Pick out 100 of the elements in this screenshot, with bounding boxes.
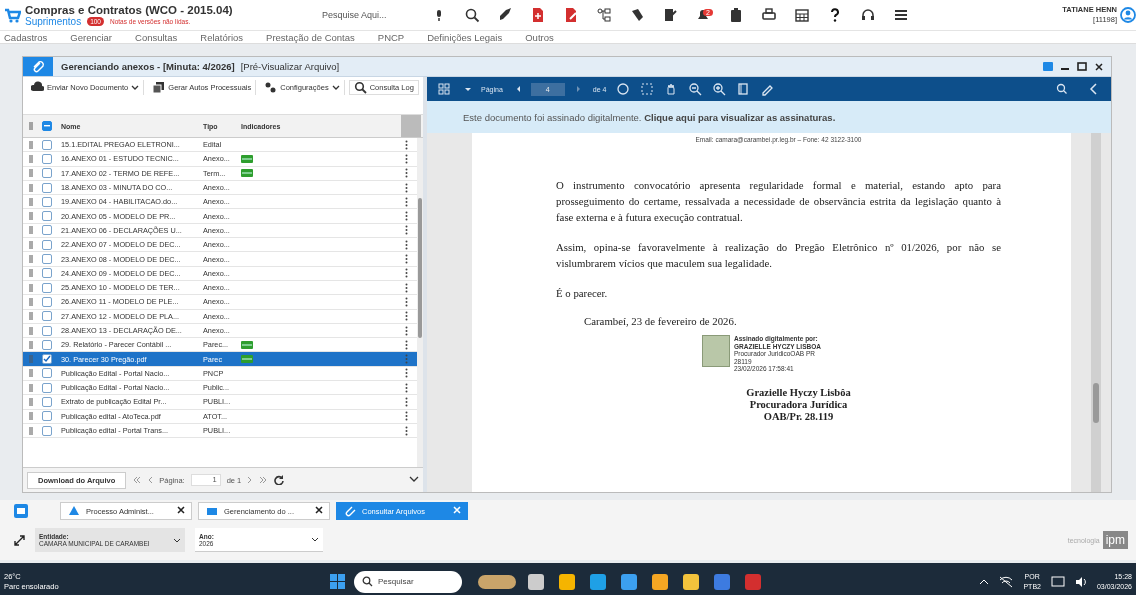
headset-icon[interactable] — [859, 7, 876, 23]
row-checkbox[interactable] — [42, 153, 52, 164]
row-checkbox[interactable] — [42, 296, 52, 307]
first-page-icon[interactable] — [132, 476, 142, 484]
row-checkbox[interactable] — [42, 368, 52, 379]
row-checkbox[interactable] — [42, 425, 52, 436]
drag-handle-icon[interactable] — [29, 312, 33, 321]
row-checkbox[interactable] — [42, 139, 52, 150]
zoom-out-icon[interactable] — [688, 82, 703, 96]
drag-handle-icon[interactable] — [29, 355, 33, 364]
menu-item[interactable]: Prestação de Contas — [266, 31, 355, 43]
menu-item[interactable]: Relatórios — [200, 31, 244, 43]
drag-handle-icon[interactable] — [29, 255, 33, 263]
menu-item[interactable]: Definições Legais — [427, 31, 503, 43]
row-checkbox[interactable] — [42, 354, 52, 365]
drag-handle-icon[interactable] — [29, 326, 33, 335]
search-field[interactable]: Pesquise Aqui... — [322, 10, 422, 20]
more-icon[interactable] — [404, 239, 408, 250]
more-icon[interactable] — [404, 182, 408, 193]
drag-handle-icon[interactable] — [29, 154, 33, 163]
row-checkbox[interactable] — [42, 168, 52, 179]
more-icon[interactable] — [404, 368, 408, 379]
drag-handle-icon[interactable] — [29, 369, 33, 378]
drag-handle-icon[interactable] — [29, 169, 33, 178]
more-icon[interactable] — [404, 268, 408, 279]
more-icon[interactable] — [404, 311, 408, 322]
row-checkbox[interactable] — [42, 311, 52, 322]
more-icon[interactable] — [404, 411, 408, 422]
previous-page-icon[interactable] — [147, 476, 154, 484]
drag-handle-icon[interactable] — [29, 197, 33, 206]
row-checkbox[interactable] — [42, 268, 52, 279]
menu-item[interactable]: Cadastros — [4, 31, 48, 43]
more-icon[interactable] — [404, 139, 408, 150]
row-checkbox[interactable] — [42, 325, 52, 336]
speaker-icon[interactable] — [1074, 575, 1087, 588]
windows-stack-icon[interactable] — [14, 504, 28, 518]
menu-item[interactable]: Consultas — [135, 31, 178, 43]
more-icon[interactable] — [404, 196, 408, 207]
more-icon[interactable] — [404, 168, 408, 179]
drag-handle-icon[interactable] — [29, 140, 33, 149]
row-checkbox[interactable] — [42, 397, 52, 407]
signature-banner[interactable]: Este documento foi assinado digitalmente. Clique aqui para visualizar as assinaturas. — [427, 101, 1111, 133]
more-icon[interactable] — [404, 254, 408, 264]
more-icon[interactable] — [404, 282, 408, 293]
drag-handle-icon[interactable] — [29, 283, 33, 292]
chevron-down-icon[interactable] — [409, 475, 419, 483]
more-icon[interactable] — [404, 296, 408, 307]
taskbar-search-field[interactable]: Pesquisar — [354, 570, 462, 593]
display-icon[interactable] — [1050, 575, 1065, 588]
select-all-checkbox[interactable] — [42, 121, 52, 131]
menu-item[interactable]: Outros — [525, 31, 554, 43]
select-area-icon[interactable] — [640, 82, 655, 96]
drag-handle-icon[interactable] — [29, 426, 33, 435]
zoom-in-icon[interactable] — [712, 82, 727, 96]
maximize-icon[interactable] — [1077, 62, 1087, 71]
drag-handle-icon[interactable] — [29, 269, 33, 278]
last-page-icon[interactable] — [259, 476, 269, 484]
more-icon[interactable] — [404, 153, 408, 164]
row-checkbox[interactable] — [42, 239, 52, 250]
drag-handle-icon[interactable] — [29, 383, 33, 392]
next-page-icon[interactable] — [247, 476, 254, 484]
row-checkbox[interactable] — [42, 211, 52, 222]
printer-icon[interactable] — [760, 7, 777, 23]
row-checkbox[interactable] — [42, 339, 52, 350]
drag-handle-icon[interactable] — [29, 297, 33, 306]
scrollbar[interactable] — [1091, 133, 1101, 492]
more-icon[interactable] — [404, 325, 408, 336]
close-icon[interactable] — [1095, 62, 1103, 71]
drag-handle-icon[interactable] — [29, 226, 33, 235]
row-checkbox[interactable] — [42, 282, 52, 293]
drag-handle-icon[interactable] — [29, 340, 33, 349]
scrollbar[interactable] — [417, 138, 423, 467]
grid-icon[interactable] — [437, 82, 451, 96]
menu-item[interactable]: PNCP — [377, 31, 405, 43]
menu-item[interactable]: Gerenciar — [70, 31, 113, 43]
user-avatar-icon[interactable] — [1120, 7, 1136, 23]
more-icon[interactable] — [404, 397, 408, 407]
drag-handle-icon[interactable] — [29, 183, 33, 192]
row-checkbox[interactable] — [42, 196, 52, 207]
drag-handle-icon[interactable] — [29, 240, 33, 249]
drag-handle-icon[interactable] — [29, 212, 33, 221]
row-checkbox[interactable] — [42, 411, 52, 422]
page-icon[interactable] — [736, 82, 751, 96]
chevron-up-icon[interactable] — [979, 577, 990, 586]
more-icon[interactable] — [404, 425, 408, 436]
more-icon[interactable] — [404, 211, 408, 222]
diagram-icon[interactable] — [595, 7, 612, 23]
more-icon[interactable] — [404, 225, 408, 236]
refresh-icon[interactable] — [274, 475, 286, 485]
windows-logo-icon[interactable] — [329, 573, 346, 590]
row-checkbox[interactable] — [42, 254, 52, 264]
calendar-icon[interactable] — [793, 7, 810, 23]
network-off-icon[interactable] — [999, 575, 1014, 588]
row-checkbox[interactable] — [42, 182, 52, 193]
drag-handle-icon[interactable] — [29, 398, 33, 406]
drag-handle-icon[interactable] — [29, 412, 33, 421]
search-icon[interactable] — [463, 7, 480, 23]
more-icon[interactable] — [404, 339, 408, 350]
menu-icon[interactable] — [892, 7, 909, 23]
row-checkbox[interactable] — [42, 382, 52, 393]
